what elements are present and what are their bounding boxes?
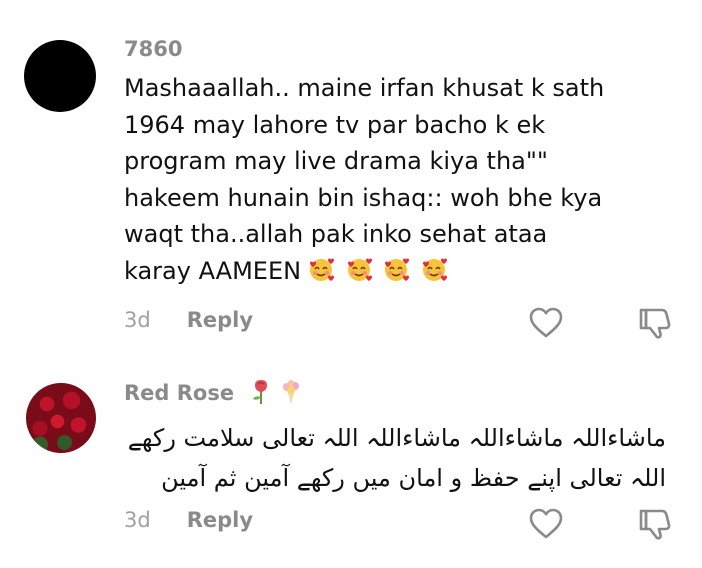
comment-timestamp: 3d (124, 308, 151, 332)
avatar[interactable] (26, 383, 96, 453)
comment-text-line: اللہ تعالی اپنے حفظ و امان میں رکھے آمین… (161, 464, 666, 492)
rose-icon (253, 380, 267, 404)
thumbs-down-outline-icon[interactable] (638, 306, 674, 340)
smiling-face-with-hearts-icon (385, 258, 410, 281)
heart-outline-icon[interactable] (528, 507, 564, 541)
comment-text-line: program may live drama kiya tha"" (124, 147, 548, 175)
comment-text: ماشاءاللہ ماشاءاللہ ماشاءاللہ اللہ تعالی… (106, 418, 666, 498)
comment-text-line: waqt tha..allah pak inko sehat ataa (124, 220, 548, 248)
comment-meta: 3d Reply (124, 308, 253, 332)
bouquet-icon (283, 380, 299, 404)
comment-item: 7860 Mashaaallah.. maine irfan khusat k … (0, 0, 702, 360)
comment-text-line: 1964 may lahore tv par bacho k ek (124, 110, 546, 139)
comment-text: Mashaaallah.. maine irfan khusat k sath … (124, 70, 684, 293)
comment-username[interactable]: Red Rose (124, 381, 234, 405)
heart-outline-icon[interactable] (528, 306, 564, 340)
comment-meta: 3d Reply (124, 508, 253, 532)
smiling-face-with-hearts-icon (423, 258, 448, 281)
comment-text-line: Mashaaallah.. maine irfan khusat k sath (124, 74, 605, 102)
smiling-face-with-hearts-icon (310, 258, 335, 281)
avatar[interactable] (24, 40, 96, 112)
thumbs-down-outline-icon[interactable] (638, 507, 674, 541)
smiling-face-with-hearts-emoji-group (307, 255, 450, 294)
comment-username[interactable]: 7860 (124, 37, 182, 61)
comment-text-line: ماشاءاللہ ماشاءاللہ ماشاءاللہ اللہ تعالی… (127, 424, 666, 452)
comment-text-line-last: karay AAMEEN (124, 253, 684, 294)
smiling-face-with-hearts-icon (347, 258, 372, 281)
comment-text-line: hakeem hunain bin ishaq:: woh bhe kya (124, 183, 603, 212)
reply-button[interactable]: Reply (187, 308, 253, 332)
comment-text-line: karay AAMEEN (124, 256, 302, 285)
reply-button[interactable]: Reply (187, 508, 253, 532)
comment-timestamp: 3d (124, 508, 151, 532)
